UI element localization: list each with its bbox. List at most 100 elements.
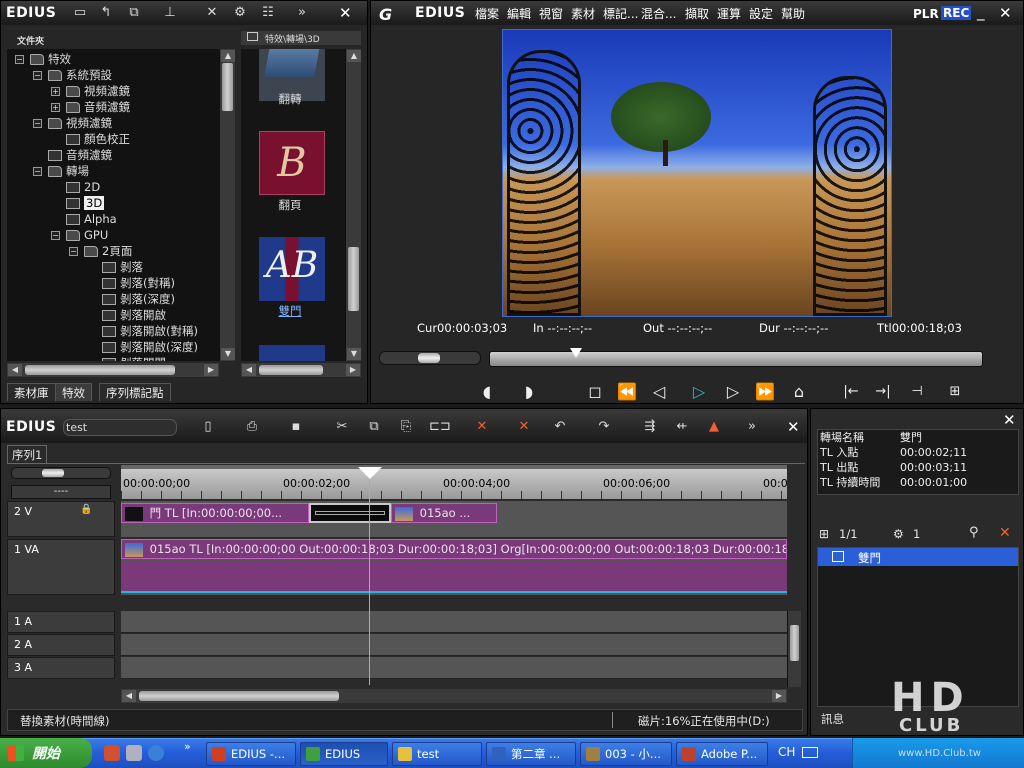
taskbar-button[interactable]: EDIUS -... (206, 742, 296, 766)
copy-icon[interactable]: ⧉ (125, 5, 143, 21)
tab-bin[interactable]: 素材庫 (7, 383, 56, 401)
new-folder-icon[interactable]: ▭ (71, 5, 89, 21)
taskbar-more-icon[interactable]: » (184, 740, 191, 753)
track-lane-2a[interactable] (121, 634, 787, 656)
thumb-scroll-thumb[interactable] (348, 247, 359, 311)
menu-item[interactable]: 擷取 (685, 5, 709, 22)
track-header-1va[interactable]: 1 VA (7, 539, 115, 595)
collapse-icon[interactable]: − (33, 167, 42, 176)
thumb-next[interactable] (259, 345, 325, 361)
up-folder-icon[interactable]: ↰ (97, 5, 115, 21)
tree-item[interactable]: 剝落開門 (87, 355, 166, 361)
expand-icon[interactable]: + (51, 87, 60, 96)
export-icon[interactable]: ⊞ (943, 381, 967, 403)
playhead-icon[interactable] (358, 467, 382, 479)
clip-1va[interactable]: 015ao TL [In:00:00:00;00 Out:00:00:18;03… (121, 539, 787, 559)
effect-list-item[interactable]: 雙門 (818, 548, 1018, 566)
keyboard-icon[interactable] (802, 747, 818, 758)
quicklaunch-icon-1[interactable] (104, 745, 120, 761)
copy-clip-icon[interactable]: ⧉ (365, 419, 383, 435)
timeline-vscroll-thumb[interactable] (790, 625, 799, 661)
tree-item[interactable]: − 系統預設 (33, 67, 112, 83)
thumb-scroll-up-icon[interactable]: ▲ (347, 50, 361, 62)
stop-icon[interactable]: ◻ (583, 381, 607, 403)
timeline-hscrollbar[interactable]: ◀ ▶ (121, 689, 787, 703)
overwrite-icon[interactable]: →| (871, 381, 895, 403)
hscroll-thumb[interactable] (25, 365, 175, 375)
tree-item[interactable]: 2D (51, 179, 100, 195)
clip-2v-a[interactable]: 門 TL [In:00:00:00;00... (121, 503, 309, 523)
view-icon[interactable]: ☷ (259, 5, 277, 21)
track-lane-1a[interactable] (121, 611, 787, 633)
clip-2v-b[interactable]: 015ao ... (391, 503, 497, 523)
lock-icon[interactable]: 🔒 (80, 504, 92, 515)
time-ruler[interactable]: 00:00:00;00 00:00:02;00 00:00:04;00 00:0… (121, 465, 787, 499)
minimize-icon[interactable]: _ (977, 3, 985, 21)
tree-item[interactable]: 音頻濾鏡 (33, 147, 112, 163)
tree-item[interactable]: − 特效 (15, 51, 71, 67)
tree-item[interactable]: 3D (51, 195, 105, 211)
thumb-double-door[interactable]: AB (259, 237, 325, 301)
set-in-icon[interactable]: ◖ (475, 381, 499, 403)
quicklaunch-icon-3[interactable] (148, 745, 164, 761)
track-header-1a[interactable]: 1 A (7, 611, 115, 633)
marker-icon[interactable]: ▲ (705, 419, 723, 435)
shuttle-thumb[interactable] (418, 353, 440, 363)
remove-clip-icon[interactable]: ⇷ (673, 419, 691, 435)
set-out-icon[interactable]: ◗ (517, 381, 541, 403)
quicklaunch-icon-2[interactable] (126, 745, 142, 761)
collapse-icon[interactable]: − (51, 231, 60, 240)
tree-item[interactable]: + 音頻濾鏡 (51, 99, 130, 115)
track-lane-2v[interactable]: 門 TL [In:00:00:00;00... 015ao ... (121, 501, 787, 537)
delete-clip-icon[interactable]: ✕ (473, 419, 491, 435)
effect-settings-icon[interactable]: ⚙ (893, 527, 904, 541)
scroll-up-icon[interactable]: ▲ (221, 50, 235, 62)
ripple-delete-icon[interactable]: ✕ (515, 419, 533, 435)
timeline-vscrollbar[interactable] (787, 611, 801, 687)
thumb-scrollbar[interactable]: ▲ ▼ (345, 49, 361, 361)
start-button[interactable]: 開始 (0, 738, 92, 768)
timeline-more-icon[interactable]: » (743, 419, 761, 435)
tree-item[interactable]: Alpha (51, 211, 117, 227)
new-sequence-icon[interactable]: ▯ (199, 419, 217, 435)
delete-icon[interactable]: ✕ (203, 5, 221, 21)
menu-item[interactable]: 混合... (641, 5, 676, 22)
menu-item[interactable]: 檔案 (475, 5, 499, 22)
insert-icon[interactable]: |← (839, 381, 863, 403)
collapse-icon[interactable]: − (33, 119, 42, 128)
play-icon[interactable]: ▷ (687, 381, 711, 403)
tree-hscrollbar[interactable]: ◀ ▶ (7, 363, 219, 377)
menu-item[interactable]: 運算 (717, 5, 741, 22)
thumb-hscroll-thumb[interactable] (259, 365, 323, 375)
paste-icon[interactable]: ⎘ (397, 419, 415, 435)
collapse-icon[interactable]: − (33, 71, 42, 80)
thumb-scroll-left-icon[interactable]: ◀ (242, 364, 256, 376)
menu-item[interactable]: 素材 (571, 5, 595, 22)
tree-item[interactable]: − 轉場 (33, 163, 89, 179)
taskbar-button[interactable]: 第二章 ... (486, 742, 576, 766)
scroll-left-icon[interactable]: ◀ (8, 364, 22, 376)
redo-icon[interactable]: ↷ (595, 419, 613, 435)
zoom-slider[interactable] (11, 467, 111, 479)
menu-item[interactable]: 標記... (603, 5, 638, 22)
open-icon[interactable]: ⎙ (243, 419, 261, 435)
collapse-icon[interactable]: − (69, 247, 78, 256)
menu-item[interactable]: 幫助 (781, 5, 805, 22)
project-name-field[interactable]: test (63, 419, 177, 436)
position-marker-icon[interactable] (570, 348, 582, 358)
taskbar-button[interactable]: 003 - 小... (580, 742, 672, 766)
track-header-2v[interactable]: 2 V 🔒 (7, 501, 115, 537)
timeline-close-icon[interactable]: ✕ (787, 418, 800, 436)
cut-icon[interactable]: ✂ (333, 419, 351, 435)
properties-icon[interactable]: ⚙ (231, 5, 249, 21)
add-icon[interactable]: ⊥ (161, 5, 179, 21)
tab-sequence-markers[interactable]: 序列標記點 (99, 383, 171, 401)
thumb-hscrollbar[interactable]: ◀ ▶ (241, 363, 361, 377)
track-header-3a[interactable]: 3 A (7, 657, 115, 679)
sequence-tab[interactable]: 序列1 (7, 445, 48, 463)
taskbar-button[interactable]: EDIUS (300, 742, 388, 766)
step-forward-icon[interactable]: ▷ (721, 381, 745, 403)
position-bar[interactable] (489, 348, 983, 367)
replace-icon[interactable]: ⊏⊐ (429, 419, 451, 435)
effect-props-icon[interactable]: ⚲ (969, 525, 979, 540)
